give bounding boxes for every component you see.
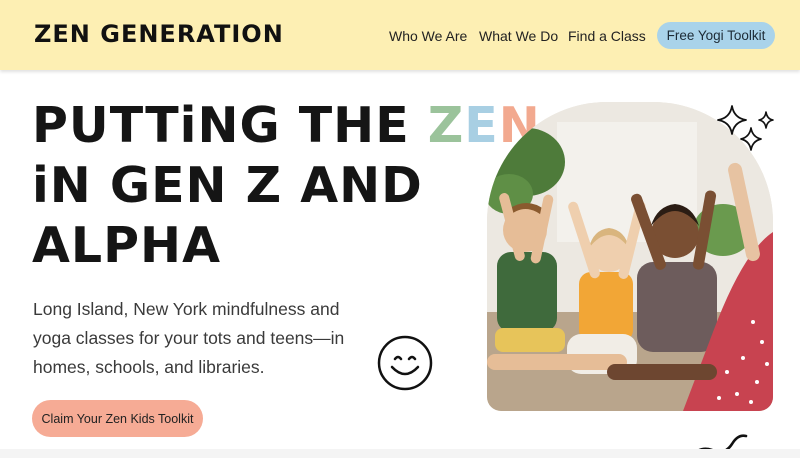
hero-subtitle: Long Island, New York mindfulness and yo… [33,299,345,377]
nav-find-a-class[interactable]: Find a Class [568,28,646,44]
nav-what-we-do[interactable]: What We Do [479,28,558,44]
smiley-face-icon [377,335,433,391]
claim-toolkit-button[interactable]: Claim Your Zen Kids Toolkit [32,400,203,437]
nav-who-we-are[interactable]: Who We Are [389,28,467,44]
main-nav: Who We Are What We Do Find a Class Free … [0,22,800,50]
free-yogi-toolkit-button[interactable]: Free Yogi Toolkit [657,22,775,49]
hero-heading-line-2: iN GEN Z AND [32,157,423,214]
hero-heading-line-3: ALPHA [32,217,221,274]
hero-heading-prefix: PUTTiNG THE [32,97,428,154]
sparkles-icon [717,105,774,151]
hero-heading-line-1: PUTTiNG THE ZEN [32,96,540,156]
hero-heading: PUTTiNG THE ZEN iN GEN Z AND ALPHA [32,96,540,276]
zen-letter-e: E [464,97,499,154]
site-header: ZEN GENERATION Who We Are What We Do Fin… [0,0,800,70]
next-section-edge [0,449,800,458]
zen-letter-z: Z [427,97,465,154]
